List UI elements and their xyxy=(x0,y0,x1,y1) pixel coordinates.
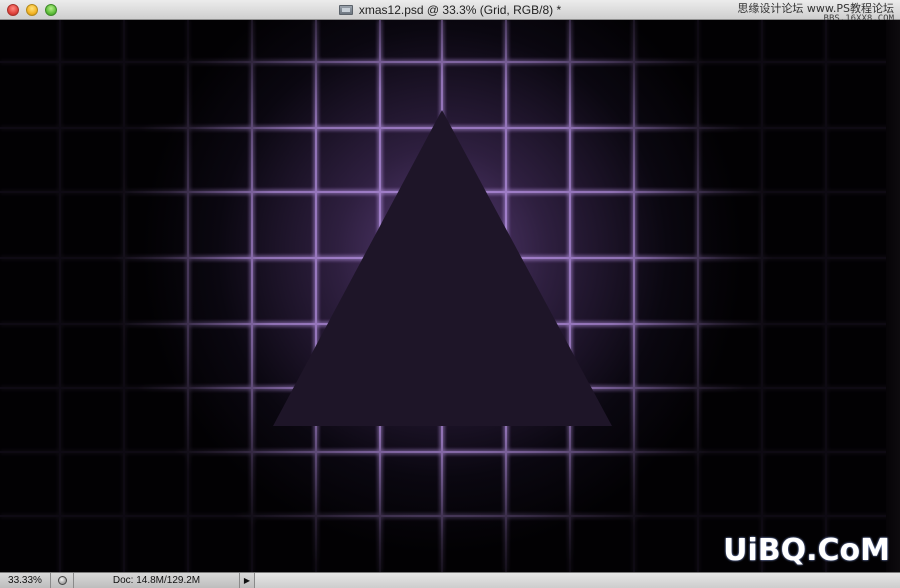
status-bar: 33.33% Doc: 14.8M/129.2M ▶ xyxy=(0,572,900,588)
share-icon[interactable] xyxy=(51,573,74,588)
canvas-edge xyxy=(886,20,900,572)
status-bar-filler xyxy=(255,573,900,588)
zoom-level[interactable]: 33.33% xyxy=(0,573,51,588)
site-watermark-bottom: UiBQ.CoM xyxy=(723,533,890,568)
window-title: xmas12.psd @ 33.3% (Grid, RGB/8) * xyxy=(358,3,562,17)
title-bar[interactable]: xmas12.psd @ 33.3% (Grid, RGB/8) * 思缘设计论… xyxy=(0,0,900,24)
photoshop-document-window: xmas12.psd @ 33.3% (Grid, RGB/8) * 思缘设计论… xyxy=(0,0,900,588)
document-size: Doc: 14.8M/129.2M xyxy=(112,575,201,586)
document-canvas[interactable] xyxy=(0,20,900,572)
image-document-icon[interactable] xyxy=(338,5,353,15)
artwork xyxy=(0,20,900,572)
play-arrow-icon[interactable]: ▶ xyxy=(239,573,255,588)
watermark-line-1: 思缘设计论坛 www.PS教程论坛 xyxy=(737,2,894,15)
